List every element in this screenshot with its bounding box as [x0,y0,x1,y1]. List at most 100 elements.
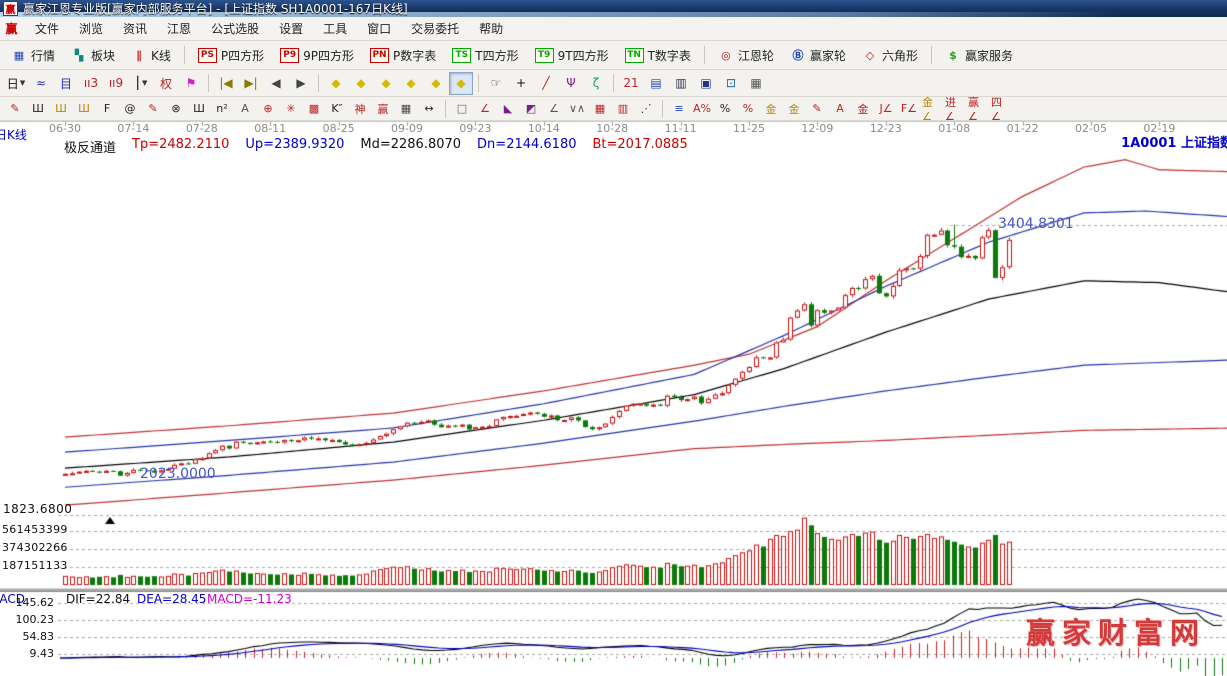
j-angle-icon[interactable]: J∠ [875,99,897,119]
red-grid-icon[interactable]: ▦ [589,99,611,119]
p-number-table-button[interactable]: PNP数字表 [363,44,443,67]
red-grid2-icon[interactable]: ▥ [612,99,634,119]
menu-item-文件[interactable]: 文件 [25,19,69,39]
wave-9-icon[interactable]: ıı9 [104,72,128,95]
diamond-up-icon[interactable]: ◆ [424,72,448,95]
f-angle-icon[interactable]: F∠ [898,99,920,119]
diamond-down-icon[interactable]: ◆ [399,72,423,95]
ying-angle-icon[interactable]: 赢∠ [967,99,989,119]
next-page-icon[interactable]: ▶ [289,72,313,95]
ping-a-icon[interactable]: A [829,99,851,119]
menu-item-交易委托[interactable]: 交易委托 [401,19,469,39]
draw-knife-icon[interactable]: ✎ [4,99,26,119]
p-square-button[interactable]: PSP四方形 [191,44,271,67]
indicator-flag-icon[interactable]: ⚑ [179,72,203,95]
gold-angle-icon[interactable]: 金∠ [921,99,943,119]
crosshair-icon[interactable]: + [509,72,533,95]
gann-wheel-button[interactable]: ◎江恩轮 [711,44,781,67]
curve-overlay-icon[interactable]: ≈ [29,72,53,95]
candle-style-button[interactable]: ⎮▼ [129,72,153,95]
macd-scale-label: 54.83 [2,631,54,643]
print-icon[interactable]: ▦ [744,72,768,95]
t-square-button[interactable]: TST四方形 [445,44,525,67]
zigzag-check-icon[interactable]: ∨∧ [566,99,588,119]
diamond-cross-icon[interactable]: ◆ [349,72,373,95]
hand-tool-icon[interactable]: ☞ [484,72,508,95]
percent-a-icon[interactable]: A% [691,99,713,119]
menu-item-工具[interactable]: 工具 [313,19,357,39]
angle-a-icon[interactable]: A [234,99,256,119]
prev-page-icon[interactable]: ◀ [264,72,288,95]
gann-circle-icon[interactable]: ⊕ [257,99,279,119]
k-quote-icon[interactable]: K″ [326,99,348,119]
menu-item-帮助[interactable]: 帮助 [469,19,513,39]
gann-fan-icon[interactable]: ∠ [474,99,496,119]
calculator-icon[interactable]: ▤ [644,72,668,95]
cloud-tool-icon[interactable]: ζ [584,72,608,95]
purple-tool-icon[interactable]: Ψ [559,72,583,95]
gann-comb-gold-icon[interactable]: Ш [50,99,72,119]
quote-grid-button[interactable]: ▦行情 [4,44,62,67]
menu-item-设置[interactable]: 设置 [269,19,313,39]
kline-button[interactable]: ∥K线 [124,44,178,67]
menu-item-资讯[interactable]: 资讯 [113,19,157,39]
toolbar-button-label: 赢家轮 [810,47,846,64]
first-page-icon[interactable]: |◀ [214,72,238,95]
gold-lines-icon[interactable]: 金 [783,99,805,119]
gann-comb-f-icon[interactable]: F [96,99,118,119]
percent-icon[interactable]: % [714,99,736,119]
gann-box-icon[interactable]: ▩ [303,99,325,119]
diamond-left-icon[interactable]: ◆ [324,72,348,95]
si-angle-icon[interactable]: 四∠ [990,99,1012,119]
channel-name: 极反通道 [64,137,116,156]
grid-plus-icon[interactable]: □ [451,99,473,119]
menu-item-江恩[interactable]: 江恩 [157,19,201,39]
gann-spiral-icon[interactable]: @ [119,99,141,119]
percent-line-icon[interactable]: % [737,99,759,119]
shen-comb-icon[interactable]: 神 [349,99,371,119]
info-note-icon[interactable]: 目 [54,72,78,95]
menu-item-窗口[interactable]: 窗口 [357,19,401,39]
period-day-button[interactable]: 日▼ [4,72,28,95]
nine-p-square-button[interactable]: P99P四方形 [273,44,361,67]
hexagon-button[interactable]: ◇六角形 [855,44,925,67]
numbered-grid-icon[interactable]: ▦ [395,99,417,119]
notes-icon[interactable]: ▥ [669,72,693,95]
wave-3-icon[interactable]: ıı3 [79,72,103,95]
menu-item-公式选股[interactable]: 公式选股 [201,19,269,39]
rights-adjust-icon[interactable]: 权 [154,72,178,95]
circle-comb-icon[interactable]: ⊗ [165,99,187,119]
menu-item-浏览[interactable]: 浏览 [69,19,113,39]
last-page-icon[interactable]: ▶| [239,72,263,95]
ying-comb-icon[interactable]: 赢 [372,99,394,119]
knife2-icon[interactable]: ✎ [806,99,828,119]
grid-fan-icon[interactable]: ◩ [520,99,542,119]
span-arrow-icon[interactable]: ↔ [418,99,440,119]
draw-pencil2-icon[interactable]: ✎ [142,99,164,119]
n-square-comb-icon[interactable]: n² [211,99,233,119]
calendar-icon[interactable]: 21 [619,72,643,95]
gold-circle-icon[interactable]: 金 [760,99,782,119]
gold-underline-icon[interactable]: 金 [852,99,874,119]
t-number-table-button[interactable]: TNT数字表 [618,44,698,67]
diamond-hmove-icon[interactable]: ◆ [374,72,398,95]
tangent-tool-icon[interactable]: ╱ [534,72,558,95]
sector-blocks-button[interactable]: ▚板块 [64,44,122,67]
diamond-expand-icon[interactable]: ◆ [449,72,473,95]
box-fan-icon[interactable]: ◣ [497,99,519,119]
winner-service-button[interactable]: $赢家服务 [938,44,1020,67]
winner-wheel-button[interactable]: Ⓑ赢家轮 [783,44,853,67]
angle-lines-icon[interactable]: ∠ [543,99,565,119]
network-pc-icon[interactable]: ⊡ [719,72,743,95]
nine-t-square-button[interactable]: T99T四方形 [528,44,616,67]
gann-star-icon[interactable]: ✳ [280,99,302,119]
toolbar-button-label: T四方形 [475,47,518,64]
jin-angle-icon[interactable]: 进∠ [944,99,966,119]
gann-comb-gold2-icon[interactable]: Ш [73,99,95,119]
parallel-lines-icon[interactable]: ⋰ [635,99,657,119]
list-angle-icon[interactable]: ≡ [668,99,690,119]
date-axis-label: 01-22 [1007,123,1039,135]
gann-comb-icon[interactable]: Ш [27,99,49,119]
save-icon[interactable]: ▣ [694,72,718,95]
comb-plain-icon[interactable]: Ш [188,99,210,119]
